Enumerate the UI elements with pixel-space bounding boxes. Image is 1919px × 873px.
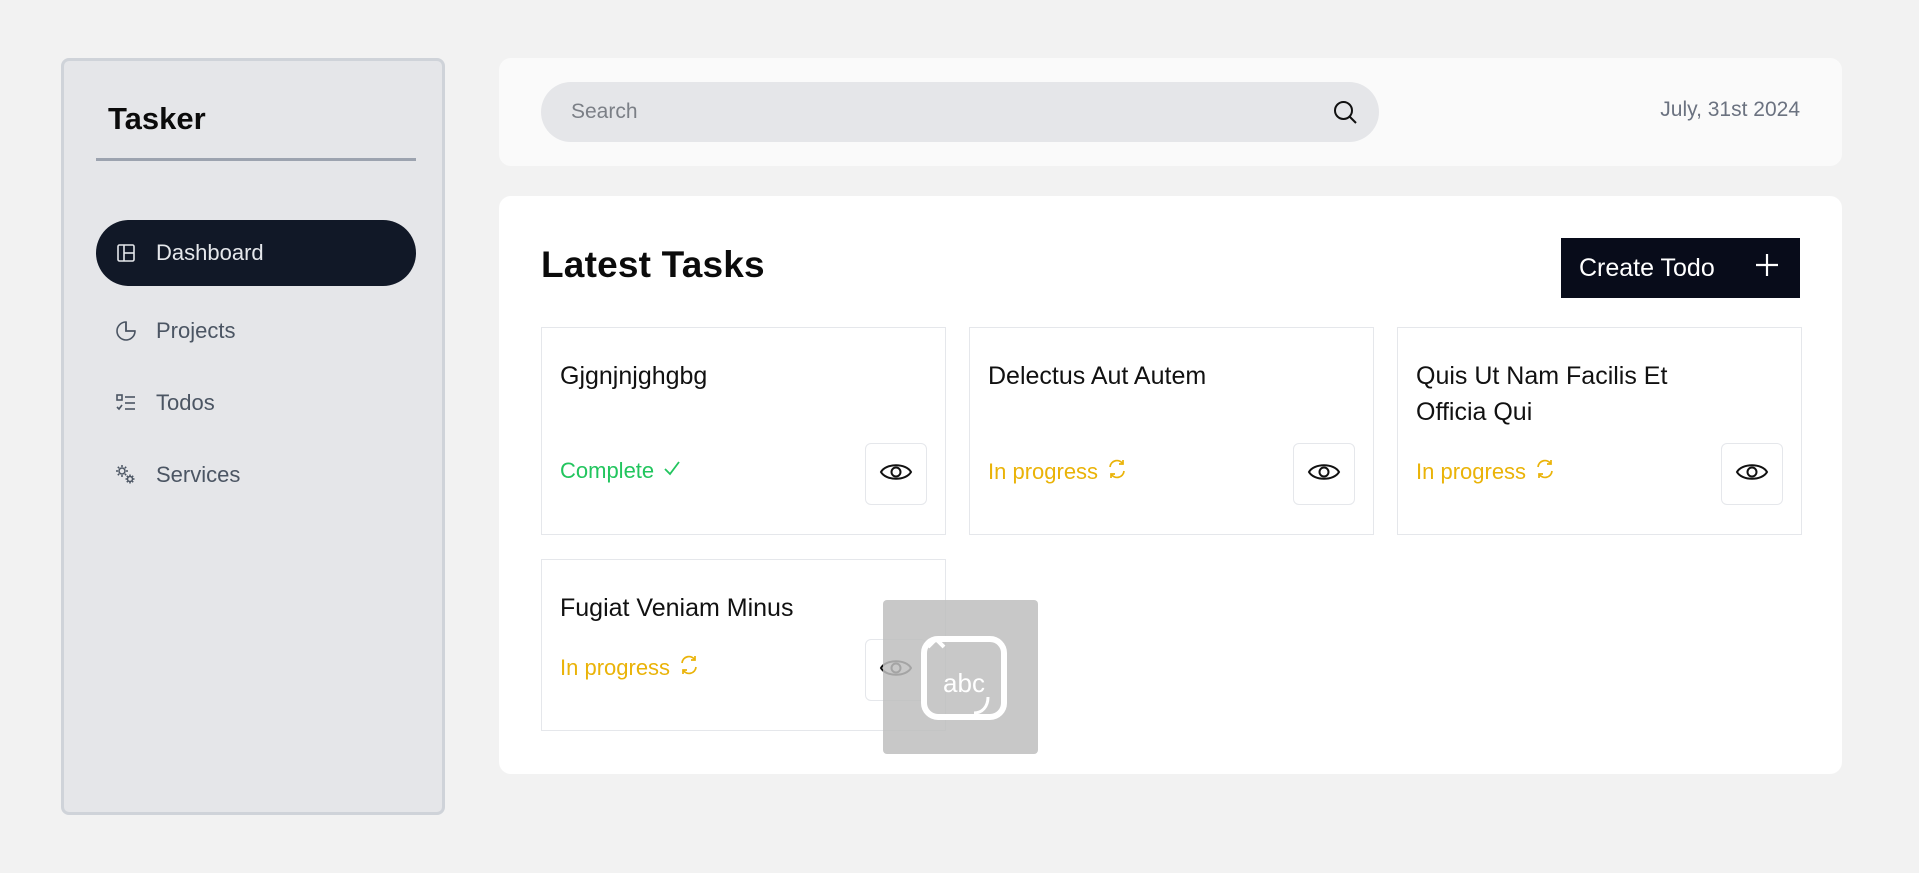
status-label: In progress [1416, 459, 1527, 484]
gears-icon [114, 463, 138, 487]
list-check-icon [114, 391, 138, 415]
sidebar-item-todos[interactable]: Todos [96, 380, 416, 426]
search-icon[interactable] [1331, 98, 1359, 126]
status-badge: In progress [988, 458, 1128, 486]
task-title: Fugiat Veniam Minus [560, 594, 794, 622]
search-input[interactable] [541, 82, 1331, 142]
keyboard-icon: abc [920, 636, 1007, 720]
eye-icon [879, 460, 913, 489]
status-badge: Complete [560, 458, 682, 484]
current-date: July, 31st 2024 [1660, 98, 1800, 121]
task-title: Quis Ut Nam Facilis Et Officia Qui [1416, 362, 1668, 426]
task-card: Delectus Aut Autem In progress [969, 327, 1374, 535]
layout-icon [114, 241, 138, 265]
brand-logo: Tasker [108, 101, 206, 136]
sidebar-item-services[interactable]: Services [96, 452, 416, 498]
text-input-overlay: abc [883, 600, 1038, 754]
pie-chart-icon [114, 319, 138, 343]
refresh-icon [1534, 458, 1556, 486]
status-badge: In progress [1416, 458, 1556, 486]
status-label: Complete [560, 458, 655, 483]
sidebar-item-label: Todos [156, 390, 215, 415]
checkmark-icon [662, 458, 682, 484]
status-badge: In progress [560, 654, 700, 682]
sidebar-item-label: Services [156, 462, 241, 487]
task-title: Gjgnjnjghgbg [560, 362, 708, 390]
view-task-button[interactable] [1293, 443, 1355, 505]
page-title: Latest Tasks [541, 244, 765, 285]
refresh-icon [678, 654, 700, 682]
latest-tasks-panel: Latest Tasks Create Todo Gjgnjnjghgbg Co… [499, 196, 1842, 774]
eye-icon [1735, 460, 1769, 489]
sidebar-item-projects[interactable]: Projects [96, 308, 416, 354]
view-task-button[interactable] [865, 443, 927, 505]
sidebar-item-label: Dashboard [156, 240, 264, 265]
eye-icon [1307, 460, 1341, 489]
brand-divider [96, 158, 416, 161]
search-bar [541, 82, 1379, 142]
sidebar-item-label: Projects [156, 318, 236, 343]
task-card: Quis Ut Nam Facilis Et Officia Qui In pr… [1397, 327, 1802, 535]
status-label: In progress [988, 459, 1099, 484]
sidebar: Tasker Dashboard Projects Todos Services [61, 58, 445, 815]
sidebar-item-dashboard[interactable]: Dashboard [96, 220, 416, 286]
refresh-icon [1106, 458, 1128, 486]
task-title: Delectus Aut Autem [988, 362, 1207, 390]
status-label: In progress [560, 655, 671, 680]
top-bar: July, 31st 2024 [499, 58, 1842, 166]
overlay-label: abc [943, 668, 985, 698]
view-task-button[interactable] [1721, 443, 1783, 505]
create-todo-label: Create Todo [1579, 253, 1715, 282]
task-card: Gjgnjnjghgbg Complete [541, 327, 946, 535]
create-todo-button[interactable]: Create Todo [1561, 238, 1800, 298]
plus-icon [1754, 252, 1780, 285]
